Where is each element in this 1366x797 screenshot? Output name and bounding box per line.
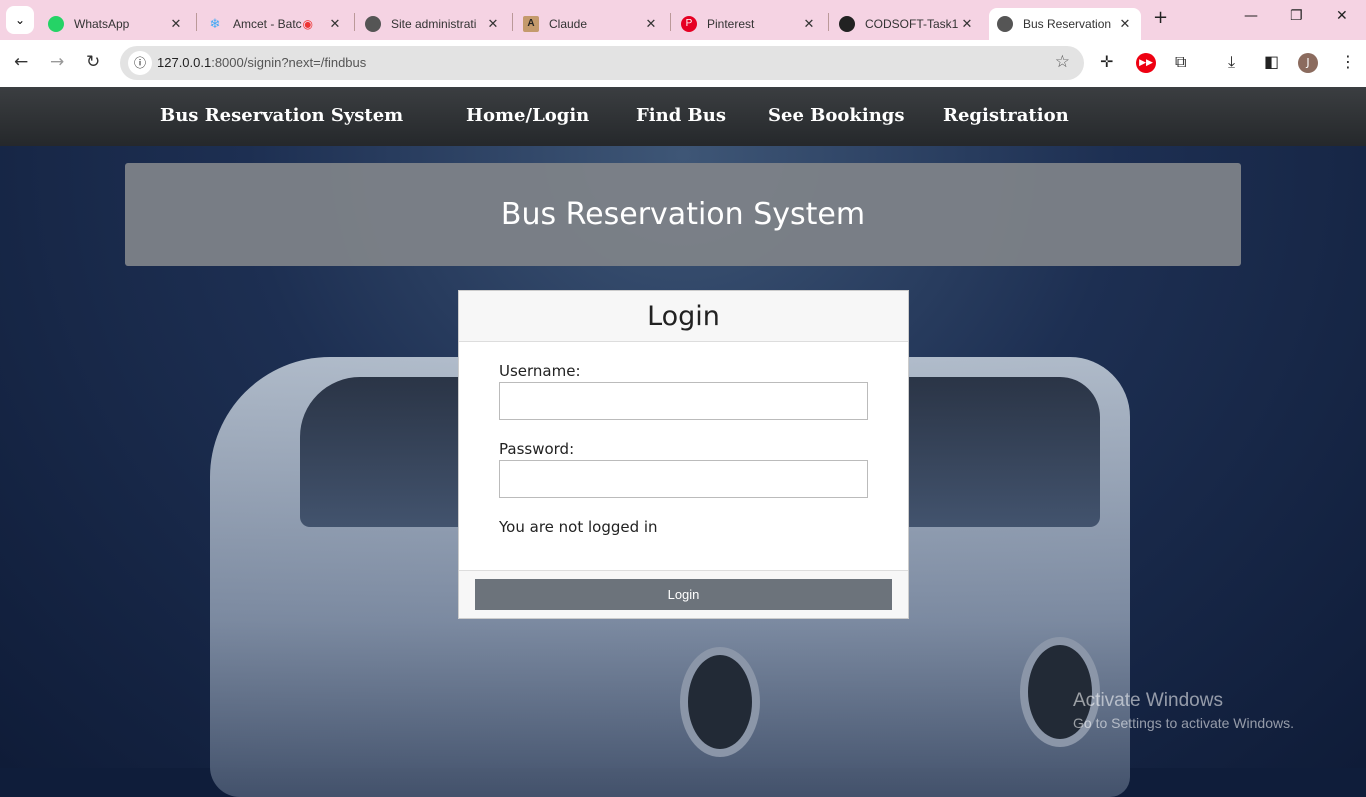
globe-icon	[997, 16, 1013, 32]
tab-claude[interactable]: A Claude ✕	[515, 8, 667, 40]
windows-activation-subtext: Go to Settings to activate Windows.	[1073, 715, 1294, 731]
close-tab-icon[interactable]: ✕	[168, 16, 184, 32]
password-label: Password:	[499, 440, 575, 458]
tab-separator	[670, 13, 671, 31]
page-banner: Bus Reservation System	[125, 163, 1241, 266]
close-tab-icon[interactable]: ✕	[801, 16, 817, 32]
site-navbar: Bus Reservation System Home/Login Find B…	[0, 87, 1366, 146]
nav-registration[interactable]: Registration	[943, 105, 1069, 126]
globe-icon	[365, 16, 381, 32]
move-icon[interactable]: ✛	[1100, 52, 1113, 71]
reload-button[interactable]: ↻	[86, 52, 100, 72]
tab-codsoft[interactable]: CODSOFT-Task1 ✕	[831, 8, 983, 40]
url-text[interactable]: 127.0.0.1:8000/signin?next=/findbus	[157, 55, 366, 70]
recording-icon: ◉	[302, 17, 313, 31]
nav-brand[interactable]: Bus Reservation System	[160, 105, 403, 126]
close-window-button[interactable]: ✕	[1336, 8, 1348, 24]
tab-title: Pinterest	[707, 17, 755, 31]
username-label: Username:	[499, 362, 581, 380]
extensions-puzzle-icon[interactable]: ⧉	[1175, 52, 1186, 72]
extension-icon[interactable]: ▶▶	[1136, 53, 1156, 73]
github-icon	[839, 16, 855, 32]
new-tab-button[interactable]: +	[1153, 7, 1168, 28]
username-input[interactable]	[499, 382, 868, 420]
whatsapp-icon	[48, 16, 64, 32]
claude-icon: A	[523, 16, 539, 32]
close-tab-icon[interactable]: ✕	[327, 16, 343, 32]
password-input[interactable]	[499, 460, 868, 498]
react-icon: ❄	[209, 16, 221, 31]
page-content: Bus Reservation System Home/Login Find B…	[0, 87, 1366, 797]
url-path: :8000/signin?next=/findbus	[211, 55, 367, 70]
nav-home-login[interactable]: Home/Login	[466, 105, 589, 126]
browser-toolbar: ← → ↻ ⓘ 127.0.0.1:8000/signin?next=/find…	[0, 40, 1366, 87]
login-button[interactable]: Login	[475, 579, 892, 610]
login-title: Login	[459, 291, 908, 342]
forward-button[interactable]: →	[50, 52, 64, 72]
profile-avatar[interactable]: J	[1298, 53, 1318, 73]
side-panel-icon[interactable]: ◧	[1264, 52, 1279, 71]
tab-strip: ⌄ WhatsApp ✕ ❄ Amcet - Batc ◉ ✕ Site adminis…	[0, 0, 1366, 40]
pinterest-icon: P	[681, 16, 697, 32]
tab-whatsapp[interactable]: WhatsApp ✕	[40, 8, 192, 40]
tab-amcet[interactable]: ❄ Amcet - Batc ◉ ✕	[199, 8, 351, 40]
restore-button[interactable]: ❐	[1290, 8, 1303, 24]
minimize-button[interactable]: —	[1244, 8, 1258, 24]
menu-kebab-icon[interactable]: ⋮	[1340, 52, 1356, 71]
close-tab-icon[interactable]: ✕	[485, 16, 501, 32]
tab-separator	[512, 13, 513, 31]
tab-title: Amcet - Batc	[233, 17, 302, 31]
tab-title: Site administrati	[391, 17, 477, 31]
tab-separator	[196, 13, 197, 31]
close-tab-icon[interactable]: ✕	[959, 16, 975, 32]
tab-separator	[828, 13, 829, 31]
tab-title: Bus Reservation	[1023, 17, 1112, 31]
login-card: Login Username: Password: You are not lo…	[458, 290, 909, 619]
url-host: 127.0.0.1	[157, 55, 212, 70]
download-icon[interactable]: ⤓	[1228, 52, 1235, 72]
close-tab-icon[interactable]: ✕	[1117, 16, 1133, 32]
login-card-footer: Login	[459, 570, 908, 618]
bus-wheel-image	[680, 647, 760, 757]
tab-pinterest[interactable]: P Pinterest ✕	[673, 8, 825, 40]
tab-search-button[interactable]: ⌄	[6, 6, 34, 34]
address-bar[interactable]: ⓘ 127.0.0.1:8000/signin?next=/findbus ☆	[120, 46, 1084, 80]
windows-activation-watermark: Activate Windows	[1073, 690, 1223, 711]
nav-see-bookings[interactable]: See Bookings	[768, 105, 905, 126]
close-tab-icon[interactable]: ✕	[643, 16, 659, 32]
tab-site-administration[interactable]: Site administrati ✕	[357, 8, 509, 40]
login-status-text: You are not logged in	[499, 518, 658, 536]
site-info-icon[interactable]: ⓘ	[128, 51, 152, 75]
tab-separator	[354, 13, 355, 31]
tab-bus-reservation[interactable]: Bus Reservation ✕	[989, 8, 1141, 40]
back-button[interactable]: ←	[14, 52, 28, 72]
tab-title: Claude	[549, 17, 588, 31]
tab-title: WhatsApp	[74, 17, 130, 31]
tab-title: CODSOFT-Task1	[865, 17, 959, 31]
bookmark-star-icon[interactable]: ☆	[1055, 52, 1070, 72]
nav-find-bus[interactable]: Find Bus	[636, 105, 726, 126]
